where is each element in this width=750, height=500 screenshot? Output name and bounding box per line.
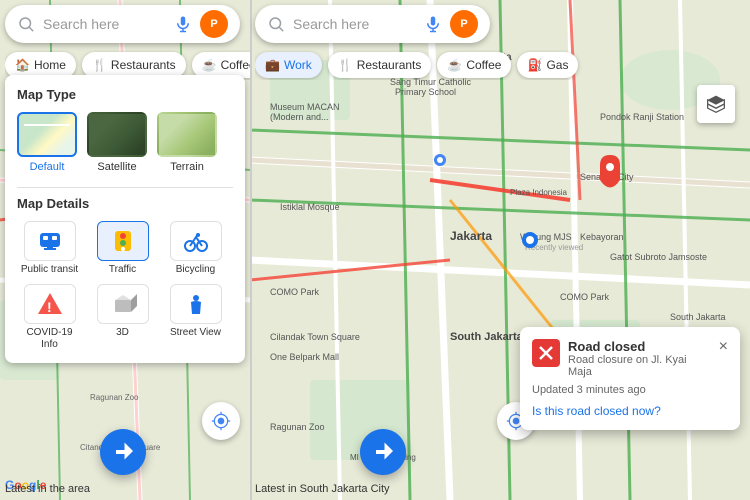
bottom-label-left: Latest in the area xyxy=(5,483,90,495)
traffic-label: Traffic xyxy=(109,264,136,276)
map-type-panel: Map Type Default Satellite Terrain Map D… xyxy=(5,75,245,363)
traffic-icon xyxy=(97,221,149,261)
pill-gas-right[interactable]: ⛽ Gas xyxy=(517,52,578,78)
popup-time: Updated 3 minutes ago xyxy=(532,384,728,396)
mic-icon-left[interactable] xyxy=(174,15,192,33)
svg-text:Plaza Indonesia: Plaza Indonesia xyxy=(510,188,567,197)
map-type-title: Map Type xyxy=(17,87,233,102)
covid-icon: ! xyxy=(24,284,76,324)
detail-streetview[interactable]: Street View xyxy=(163,284,228,351)
3d-icon xyxy=(97,284,149,324)
svg-text:Ragunan Zoo: Ragunan Zoo xyxy=(90,393,139,402)
right-map-panel: Museum MACAN (Modern and... Sang Timur C… xyxy=(250,0,750,500)
streetview-icon xyxy=(170,284,222,324)
3d-label: 3D xyxy=(116,327,129,339)
map-split-divider xyxy=(250,0,252,500)
avatar-left[interactable]: P xyxy=(200,10,228,38)
map-type-terrain[interactable]: Terrain xyxy=(157,112,217,173)
left-map-panel: Lippo Mall Puri Pondok Bukit Pasar Segar… xyxy=(0,0,250,500)
search-icon-right xyxy=(267,15,285,33)
avatar-right[interactable]: P xyxy=(450,10,478,38)
default-label: Default xyxy=(30,161,65,173)
svg-text:Kebayoran: Kebayoran xyxy=(580,232,624,242)
popup-close-button[interactable]: × xyxy=(719,339,728,355)
my-location-button-left[interactable] xyxy=(202,402,240,440)
pill-work-right[interactable]: 💼 Work xyxy=(255,52,322,78)
road-closed-popup: Road closed Road closure on Jl. Kyai Maj… xyxy=(520,327,740,430)
bicycling-icon xyxy=(170,221,222,261)
map-type-satellite[interactable]: Satellite xyxy=(87,112,147,173)
svg-text:!: ! xyxy=(47,299,52,315)
road-closed-icon xyxy=(532,339,560,367)
popup-text: Road closed Road closure on Jl. Kyai Maj… xyxy=(568,339,711,378)
map-type-grid: Default Satellite Terrain xyxy=(17,112,233,173)
detail-covid[interactable]: ! COVID-19 Info xyxy=(17,284,82,351)
detail-3d[interactable]: 3D xyxy=(90,284,155,351)
svg-text:Pondok Ranji Station: Pondok Ranji Station xyxy=(600,112,684,122)
map-type-default[interactable]: Default xyxy=(17,112,77,173)
right-search-bar[interactable]: Search here P xyxy=(255,5,490,43)
svg-text:South Jakarta: South Jakarta xyxy=(670,312,726,322)
terrain-thumb xyxy=(157,112,217,157)
mic-icon-right[interactable] xyxy=(424,15,442,33)
pill-coffee-right[interactable]: ☕ Coffee xyxy=(437,52,511,78)
svg-text:Gatot Subroto Jamsoste: Gatot Subroto Jamsoste xyxy=(610,252,707,262)
map-details-title: Map Details xyxy=(17,196,233,211)
svg-text:Museum MACAN: Museum MACAN xyxy=(270,102,340,112)
transit-label: Public transit xyxy=(21,264,78,276)
svg-text:Ragunan Zoo: Ragunan Zoo xyxy=(270,422,325,432)
svg-text:One Belpark Mall: One Belpark Mall xyxy=(270,352,339,362)
detail-traffic[interactable]: Traffic xyxy=(90,221,155,276)
default-thumb xyxy=(17,112,77,157)
layers-button-right[interactable] xyxy=(697,85,735,123)
covid-label: COVID-19 Info xyxy=(17,327,82,351)
detail-transit[interactable]: Public transit xyxy=(17,221,82,276)
panel-divider xyxy=(17,187,233,188)
popup-subtitle: Road closure on Jl. Kyai Maja xyxy=(568,354,711,378)
streetview-label: Street View xyxy=(170,327,221,339)
left-search-bar[interactable]: Search here P xyxy=(5,5,240,43)
search-icon xyxy=(17,15,35,33)
svg-text:Istiklal Mosque: Istiklal Mosque xyxy=(280,202,340,212)
fab-directions-left[interactable] xyxy=(100,429,146,475)
svg-text:COMO Park: COMO Park xyxy=(270,287,320,297)
svg-text:South Jakarta: South Jakarta xyxy=(450,331,524,343)
right-search-placeholder: Search here xyxy=(293,16,416,32)
map-container: Lippo Mall Puri Pondok Bukit Pasar Segar… xyxy=(0,0,750,500)
terrain-label: Terrain xyxy=(170,161,204,173)
svg-text:Primary School: Primary School xyxy=(395,87,456,97)
popup-header: Road closed Road closure on Jl. Kyai Maj… xyxy=(532,339,728,378)
svg-text:(Modern and...: (Modern and... xyxy=(270,112,329,122)
bicycling-label: Bicycling xyxy=(176,264,215,276)
pill-restaurants-right[interactable]: 🍴 Restaurants xyxy=(328,52,432,78)
svg-text:Jakarta: Jakarta xyxy=(450,229,492,243)
right-category-bar: 💼 Work 🍴 Restaurants ☕ Coffee ⛽ Gas xyxy=(255,50,745,80)
left-search-placeholder: Search here xyxy=(43,16,166,32)
svg-text:Cilandak Town Square: Cilandak Town Square xyxy=(270,332,360,342)
satellite-label: Satellite xyxy=(97,161,136,173)
popup-question[interactable]: Is this road closed now? xyxy=(532,404,728,418)
fab-directions-right[interactable] xyxy=(360,429,406,475)
transit-icon xyxy=(24,221,76,261)
satellite-thumb xyxy=(87,112,147,157)
map-details-grid: Public transit Traffic Bicycling xyxy=(17,221,233,351)
popup-title: Road closed xyxy=(568,339,711,354)
bottom-label-right: Latest in South Jakarta City xyxy=(255,483,390,495)
svg-text:COMO Park: COMO Park xyxy=(560,292,610,302)
detail-bicycling[interactable]: Bicycling xyxy=(163,221,228,276)
